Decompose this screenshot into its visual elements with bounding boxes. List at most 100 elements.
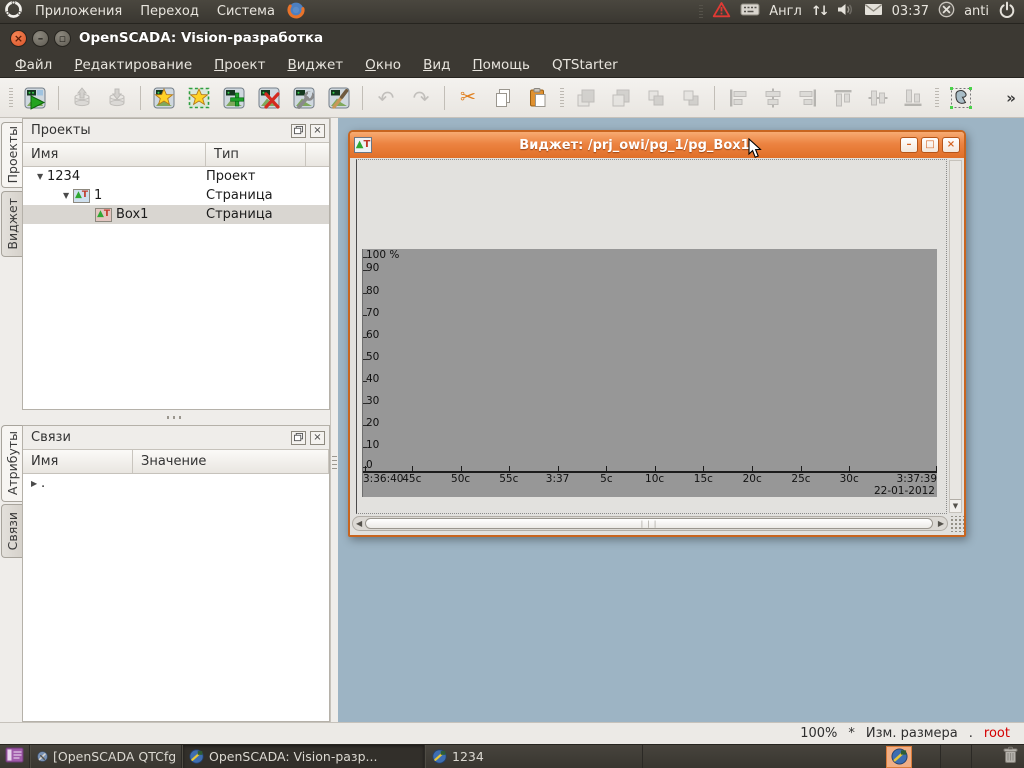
taskbar-window-vision[interactable]: OpenSCADA: Vision-разр...: [182, 745, 425, 768]
redo-icon[interactable]: ↷: [405, 82, 437, 114]
menu-project[interactable]: Проект: [205, 55, 274, 75]
volume-icon[interactable]: [836, 2, 855, 21]
delete-visual-item-icon[interactable]: [253, 82, 285, 114]
vertical-scrollbar[interactable]: ▼: [949, 160, 962, 513]
menu-places[interactable]: Переход: [134, 2, 205, 21]
tray-openscada-icon[interactable]: [886, 746, 912, 768]
dock-mdi-splitter[interactable]: [330, 118, 338, 722]
menu-applications[interactable]: Приложения: [29, 2, 128, 21]
taskbar-window-qtcfg[interactable]: [OpenSCADA QTCfg: Wor...: [30, 745, 182, 768]
links-row-root[interactable]: ▶ .: [23, 474, 329, 493]
trend-diagram-widget[interactable]: 100 % 90 80 70 60 50 40 30 20 10 0: [362, 249, 937, 497]
align-vert-center-icon[interactable]: [862, 82, 894, 114]
menu-edit[interactable]: Редактирование: [65, 55, 201, 75]
links-col-value[interactable]: Значение: [133, 450, 329, 473]
scroll-right-icon[interactable]: ▶: [935, 520, 947, 528]
child-maximize-button[interactable]: □: [921, 137, 939, 153]
raise-icon[interactable]: [640, 82, 672, 114]
tab-links[interactable]: Связи: [1, 504, 22, 558]
keyboard-layout-indicator[interactable]: Англ: [769, 4, 802, 19]
ubuntu-logo-icon[interactable]: [4, 0, 23, 23]
username[interactable]: anti: [964, 4, 989, 19]
window-close-button[interactable]: ×: [10, 30, 27, 47]
cut-icon[interactable]: ✂: [452, 82, 484, 114]
horizontal-scrollbar-thumb[interactable]: | | |: [365, 518, 933, 529]
menu-window[interactable]: Окно: [356, 55, 410, 75]
toolbar-grip[interactable]: [560, 88, 564, 108]
window-maximize-button[interactable]: ▫: [54, 30, 71, 47]
clock[interactable]: 03:37: [892, 4, 929, 19]
page-edit-area[interactable]: 100 % 90 80 70 60 50 40 30 20 10 0: [350, 158, 964, 535]
toolbar-grip[interactable]: [935, 88, 939, 108]
collapse-icon[interactable]: ▶: [31, 479, 41, 488]
trash-icon[interactable]: [1002, 746, 1024, 767]
child-minimize-button[interactable]: –: [900, 137, 918, 153]
toolbar-overflow-icon[interactable]: »: [1006, 89, 1018, 107]
status-mode: Изм. размера: [866, 726, 958, 741]
copy-icon[interactable]: [487, 82, 519, 114]
scroll-left-icon[interactable]: ◀: [353, 520, 365, 528]
raise-to-top-icon[interactable]: [570, 82, 602, 114]
projects-float-button[interactable]: [291, 124, 306, 138]
save-to-db-icon[interactable]: [101, 82, 133, 114]
child-close-button[interactable]: ×: [942, 137, 960, 153]
tab-attributes[interactable]: Атрибуты: [1, 425, 22, 502]
projects-close-button[interactable]: ×: [310, 124, 325, 138]
links-col-name[interactable]: Имя: [23, 450, 133, 473]
taskbar-window-1234[interactable]: 1234: [425, 745, 643, 768]
visual-item-properties-icon[interactable]: [288, 82, 320, 114]
keyboard-icon[interactable]: [740, 3, 760, 20]
panel-grip[interactable]: [699, 5, 703, 19]
chart-date-label: 22-01-2012: [874, 485, 935, 497]
align-top-icon[interactable]: [827, 82, 859, 114]
links-float-button[interactable]: [291, 431, 306, 445]
new-visual-item-icon[interactable]: [148, 82, 180, 114]
toolbar-grip[interactable]: [9, 88, 13, 108]
tree-row-project-1234[interactable]: ▼ 1234 Проект: [23, 167, 329, 186]
new-from-library-icon[interactable]: [183, 82, 215, 114]
menu-file[interactable]: Файл: [6, 55, 61, 75]
align-left-icon[interactable]: [722, 82, 754, 114]
expander-icon[interactable]: ▼: [63, 191, 73, 200]
scroll-down-icon[interactable]: ▼: [950, 499, 961, 512]
tab-widget[interactable]: Виджет: [1, 191, 22, 257]
align-horiz-center-icon[interactable]: [757, 82, 789, 114]
window-minimize-button[interactable]: –: [32, 30, 49, 47]
projects-col-type[interactable]: Тип: [206, 143, 306, 166]
mouse-cursor: [748, 138, 762, 159]
align-right-icon[interactable]: [792, 82, 824, 114]
child-window-title: Виджет: /prj_owi/pg_1/pg_Box1: [372, 138, 897, 153]
load-from-db-icon[interactable]: [66, 82, 98, 114]
add-visual-item-icon[interactable]: [218, 82, 250, 114]
warning-icon[interactable]: [712, 1, 731, 22]
menu-help[interactable]: Помощь: [463, 55, 539, 75]
menu-widget[interactable]: Виджет: [278, 55, 352, 75]
paste-icon[interactable]: [522, 82, 554, 114]
mail-icon[interactable]: [864, 3, 883, 20]
show-desktop-icon[interactable]: [0, 747, 29, 766]
links-close-button[interactable]: ×: [310, 431, 325, 445]
projects-col-name[interactable]: Имя: [23, 143, 206, 166]
elfigure-cursor-icon[interactable]: [945, 82, 977, 114]
expander-icon[interactable]: ▼: [37, 172, 47, 181]
lower-icon[interactable]: [675, 82, 707, 114]
menu-system[interactable]: Система: [211, 2, 281, 21]
undo-icon[interactable]: ↶: [370, 82, 402, 114]
horizontal-scrollbar[interactable]: ◀ | | | ▶: [352, 516, 948, 531]
tree-row-page-1[interactable]: ▼ ▲T 1 Страница: [23, 186, 329, 205]
dock-splitter[interactable]: [22, 410, 330, 425]
run-widget-icon[interactable]: [19, 82, 51, 114]
align-bottom-icon[interactable]: [897, 82, 929, 114]
firefox-icon[interactable]: [287, 1, 305, 23]
power-icon[interactable]: [998, 1, 1016, 23]
resize-grip[interactable]: [949, 516, 964, 532]
tree-row-page-box1[interactable]: ▲T Box1 Страница: [23, 205, 329, 224]
lower-to-bottom-icon[interactable]: [605, 82, 637, 114]
network-arrows-icon[interactable]: ↑↓: [811, 4, 827, 19]
user-badge-icon[interactable]: [938, 1, 955, 22]
menu-qtstarter[interactable]: QTStarter: [543, 55, 627, 75]
tab-projects[interactable]: Проекты: [1, 122, 22, 188]
menu-view[interactable]: Вид: [414, 55, 459, 75]
edit-visual-item-icon[interactable]: [323, 82, 355, 114]
child-window-titlebar[interactable]: ▲T Виджет: /prj_owi/pg_1/pg_Box1 – □ ×: [350, 132, 964, 158]
